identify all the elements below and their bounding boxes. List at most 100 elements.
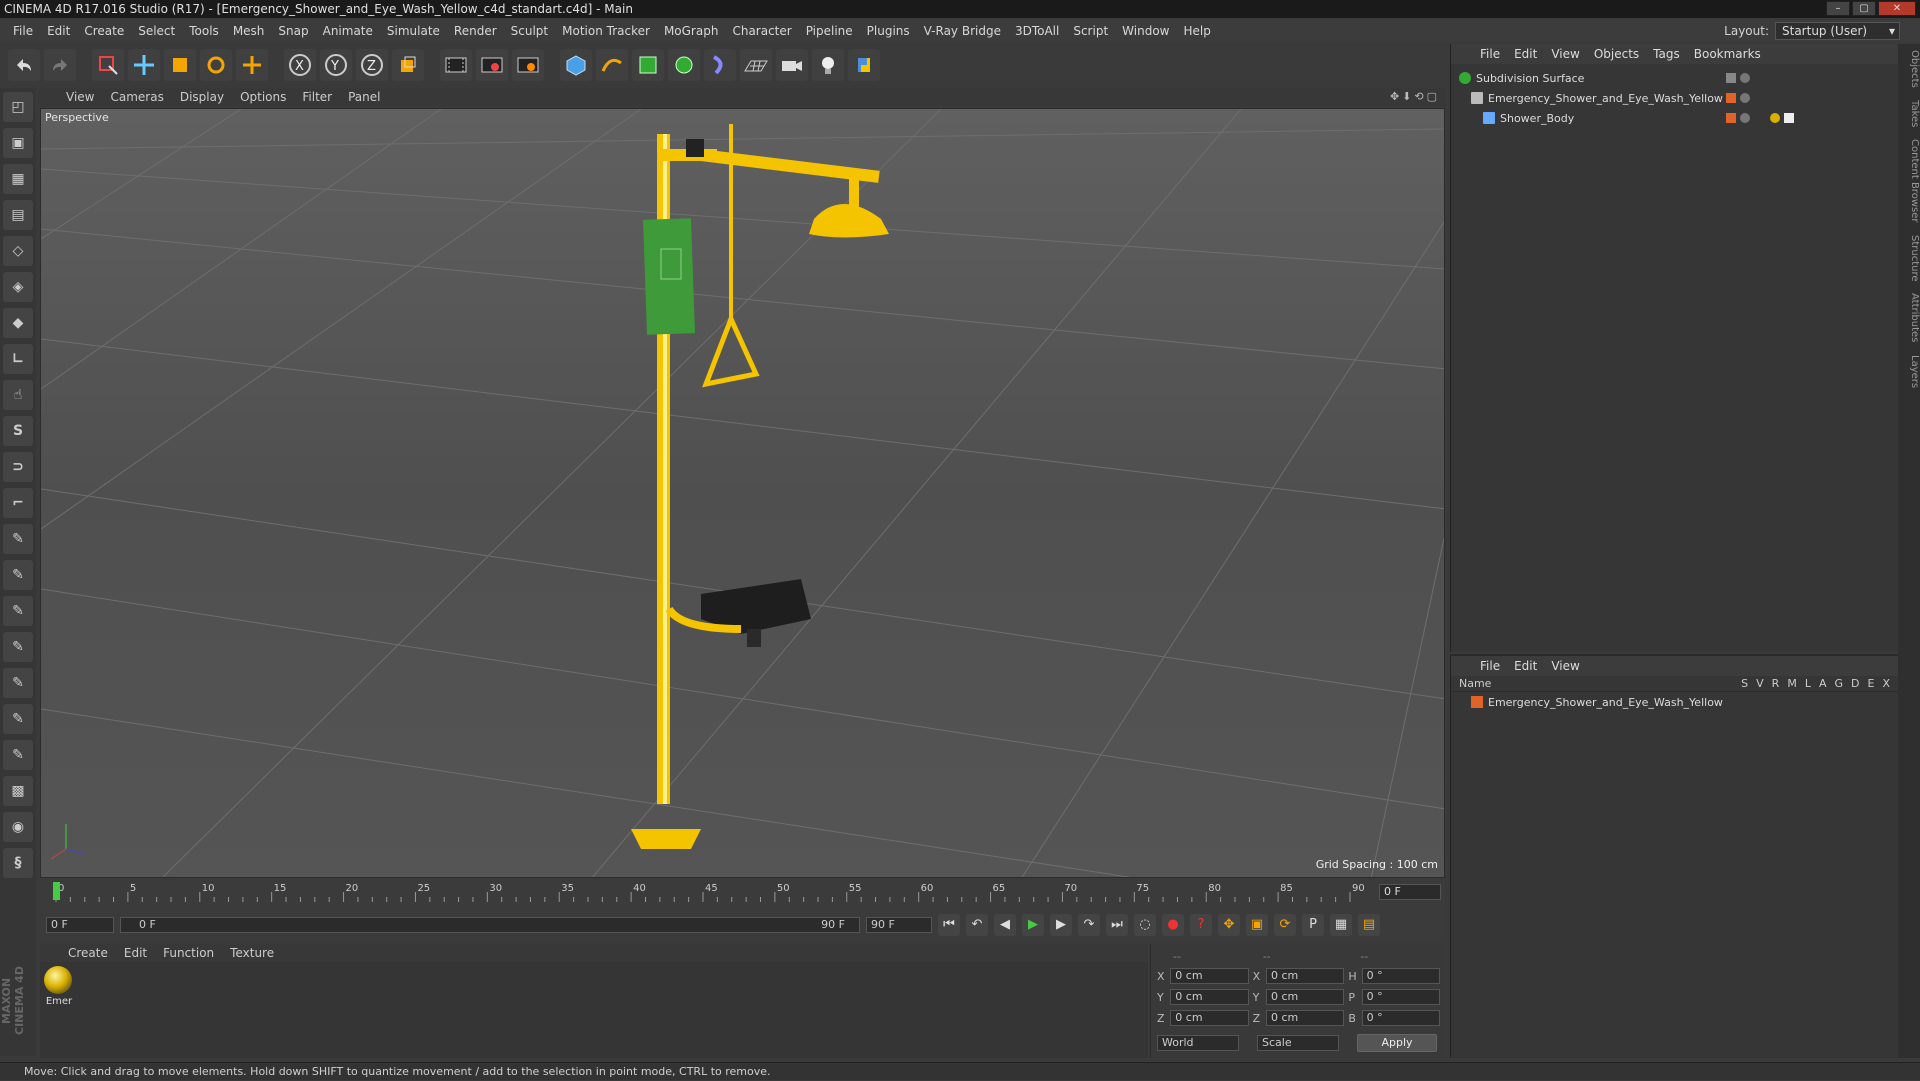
menu-character[interactable]: Character xyxy=(725,24,798,38)
viewport-menu-cameras[interactable]: Cameras xyxy=(102,90,171,104)
floor-icon[interactable] xyxy=(740,49,772,81)
coord-value-field[interactable]: 0 ° xyxy=(1361,968,1441,984)
material-tag-icon[interactable] xyxy=(1770,113,1780,123)
python-script-icon[interactable]: § xyxy=(3,848,33,878)
menu-motion-tracker[interactable]: Motion Tracker xyxy=(555,24,657,38)
menu-animate[interactable]: Animate xyxy=(316,24,380,38)
redo-icon[interactable] xyxy=(44,49,76,81)
side-tab-attributes[interactable]: Attributes xyxy=(1898,287,1920,348)
material-menu-function[interactable]: Function xyxy=(155,946,222,960)
cube-primitive-icon[interactable] xyxy=(560,49,592,81)
play-icon[interactable]: ▶ xyxy=(1022,914,1044,936)
menu-help[interactable]: Help xyxy=(1176,24,1217,38)
layer-column-x[interactable]: X xyxy=(1882,677,1890,690)
menu-sculpt[interactable]: Sculpt xyxy=(504,24,555,38)
layer-menu-view[interactable]: View xyxy=(1544,659,1586,673)
render-settings-icon[interactable] xyxy=(512,49,544,81)
pull-brush-icon[interactable]: ✎ xyxy=(3,560,33,590)
polygons-mode-icon[interactable]: ◆ xyxy=(3,308,33,338)
magnet-icon[interactable]: ⊃ xyxy=(3,452,33,482)
key-pla-icon[interactable]: ▦ xyxy=(1330,914,1352,936)
viewport-camera-label[interactable]: Perspective xyxy=(45,111,109,124)
tweak-mode-icon[interactable]: ☝ xyxy=(3,380,33,410)
snap-icon[interactable]: S xyxy=(3,416,33,446)
menu-mograph[interactable]: MoGraph xyxy=(657,24,726,38)
menu-tools[interactable]: Tools xyxy=(182,24,226,38)
side-tab-structure[interactable]: Structure xyxy=(1898,229,1920,288)
move-tool-icon[interactable] xyxy=(128,49,160,81)
key-scale-icon[interactable]: ▣ xyxy=(1246,914,1268,936)
make-editable-icon[interactable]: ◰ xyxy=(3,92,33,122)
object-menu-tags[interactable]: Tags xyxy=(1646,47,1687,61)
menu-window[interactable]: Window xyxy=(1115,24,1176,38)
visibility-dots-icon[interactable] xyxy=(1740,113,1750,123)
menu-3dtoall[interactable]: 3DToAll xyxy=(1008,24,1066,38)
coordinate-system-icon[interactable] xyxy=(392,49,424,81)
transform-tool-icon[interactable] xyxy=(236,49,268,81)
autokey-icon[interactable]: ● xyxy=(1162,914,1184,936)
object-menu-edit[interactable]: Edit xyxy=(1507,47,1544,61)
menu-snap[interactable]: Snap xyxy=(271,24,315,38)
coord-value-field[interactable]: 0 cm xyxy=(1170,968,1249,984)
minimize-button[interactable]: – xyxy=(1826,1,1850,16)
object-row[interactable]: Shower_Body xyxy=(1451,108,1898,128)
timeline-window-icon[interactable]: ▤ xyxy=(1358,914,1380,936)
playhead[interactable] xyxy=(53,882,60,900)
coord-value-field[interactable]: 0 cm xyxy=(1265,1010,1345,1026)
layer-color-icon[interactable] xyxy=(1726,113,1736,123)
menu-create[interactable]: Create xyxy=(77,24,131,38)
menu-select[interactable]: Select xyxy=(131,24,182,38)
layer-column-v[interactable]: V xyxy=(1756,677,1764,690)
visibility-dots-icon[interactable] xyxy=(1740,73,1750,83)
goto-end-icon[interactable]: ⏭ xyxy=(1106,914,1128,936)
viewport-nav-icons[interactable]: ✥⬇⟲▢ xyxy=(1390,90,1440,103)
uv-grid-icon[interactable]: ▩ xyxy=(3,776,33,806)
scale-dropdown[interactable]: Scale xyxy=(1257,1035,1339,1051)
apply-button[interactable]: Apply xyxy=(1357,1034,1437,1052)
key-rotation-icon[interactable]: ⟳ xyxy=(1274,914,1296,936)
spline-pen-icon[interactable] xyxy=(596,49,628,81)
model-mode-icon[interactable]: ▣ xyxy=(3,128,33,158)
layout-dropdown[interactable]: Startup (User) xyxy=(1775,22,1900,40)
viewport-perspective[interactable]: Perspective Grid Spacing : 100 cm xyxy=(40,108,1445,878)
python-icon[interactable] xyxy=(848,49,880,81)
viewport-menu-filter[interactable]: Filter xyxy=(294,90,340,104)
layer-column-g[interactable]: G xyxy=(1834,677,1843,690)
next-key-icon[interactable]: ↷ xyxy=(1078,914,1100,936)
layer-row[interactable]: Emergency_Shower_and_Eye_Wash_Yellow xyxy=(1451,692,1898,712)
coord-value-field[interactable]: 0 ° xyxy=(1361,989,1441,1005)
menu-mesh[interactable]: Mesh xyxy=(226,24,272,38)
axis-mode-icon[interactable]: ∟ xyxy=(3,344,33,374)
viewport-menu-display[interactable]: Display xyxy=(172,90,232,104)
paint-icon[interactable]: ◉ xyxy=(3,812,33,842)
menu-script[interactable]: Script xyxy=(1066,24,1115,38)
rotate-tool-icon[interactable] xyxy=(200,49,232,81)
layer-color-icon[interactable] xyxy=(1726,73,1736,83)
menu-render[interactable]: Render xyxy=(447,24,504,38)
menu-v-ray-bridge[interactable]: V-Ray Bridge xyxy=(917,24,1008,38)
side-tab-layers[interactable]: Layers xyxy=(1898,349,1920,394)
grab-brush-icon[interactable]: ✎ xyxy=(3,704,33,734)
sculpt-brush-icon[interactable]: ✎ xyxy=(3,524,33,554)
viewport-menu-panel[interactable]: Panel xyxy=(340,90,388,104)
key-param-icon[interactable]: P xyxy=(1302,914,1324,936)
prev-frame-icon[interactable]: ◀ xyxy=(994,914,1016,936)
layer-column-a[interactable]: A xyxy=(1819,677,1827,690)
phong-tag-icon[interactable] xyxy=(1784,113,1794,123)
coord-value-field[interactable]: 0 cm xyxy=(1265,968,1345,984)
object-menu-view[interactable]: View xyxy=(1544,47,1586,61)
flatten-brush-icon[interactable]: ✎ xyxy=(3,668,33,698)
layer-column-m[interactable]: M xyxy=(1787,677,1797,690)
layer-column-e[interactable]: E xyxy=(1868,677,1875,690)
material-menu-texture[interactable]: Texture xyxy=(222,946,282,960)
layer-column-l[interactable]: L xyxy=(1805,677,1811,690)
layer-column-s[interactable]: S xyxy=(1741,677,1748,690)
z-axis-icon[interactable]: Z xyxy=(356,49,388,81)
current-frame-field[interactable]: 0 F xyxy=(1379,884,1441,900)
object-row[interactable]: Subdivision Surface xyxy=(1451,68,1898,88)
y-axis-icon[interactable]: Y xyxy=(320,49,352,81)
render-view-icon[interactable] xyxy=(440,49,472,81)
visibility-dots-icon[interactable] xyxy=(1740,93,1750,103)
viewport-menu-options[interactable]: Options xyxy=(232,90,294,104)
coord-value-field[interactable]: 0 cm xyxy=(1265,989,1345,1005)
